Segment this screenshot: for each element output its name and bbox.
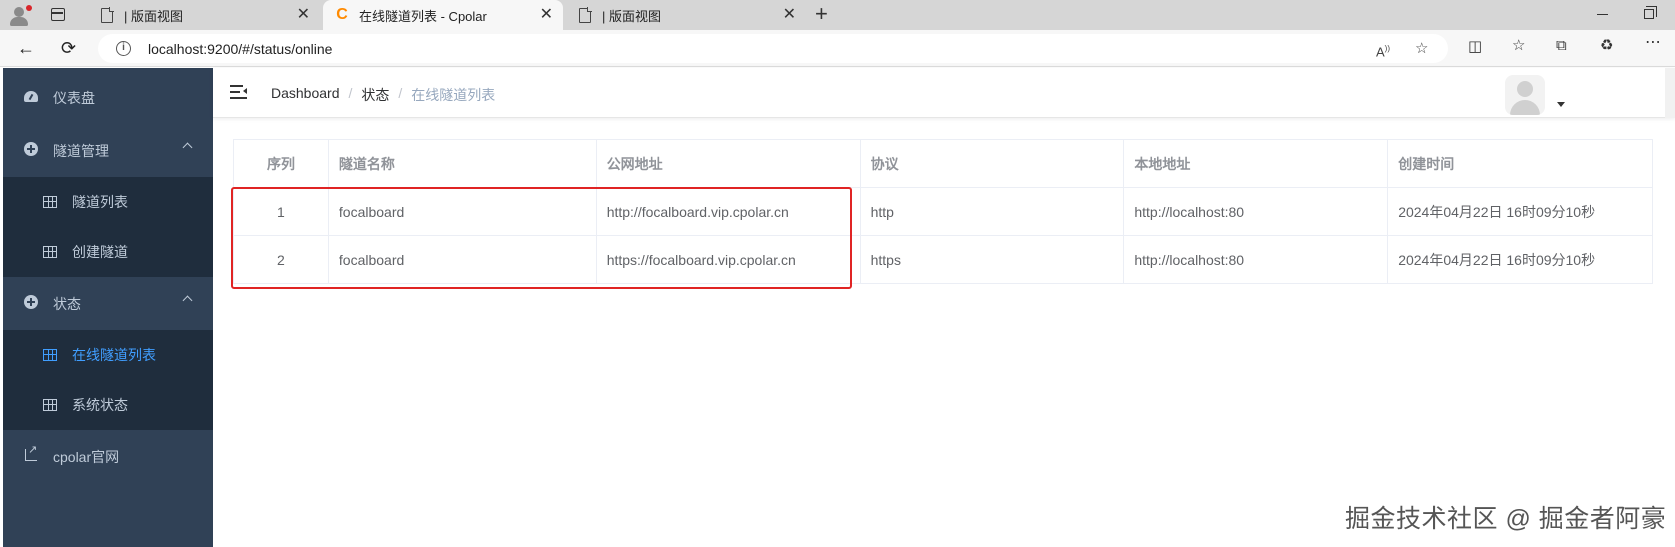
browser-tab-title: | 版面视图	[124, 8, 183, 24]
breadcrumb: Dashboard / 状态 / 在线隧道列表	[271, 85, 496, 105]
submenu-tunnel-management: 隧道列表 创建隧道	[3, 177, 213, 277]
favorites-icon[interactable]: ☆	[1512, 38, 1525, 54]
more-options-icon[interactable]: ⋯	[1645, 35, 1661, 51]
chevron-up-icon	[182, 295, 193, 306]
url-field[interactable]: i localhost:9200/#/status/online A)) ☆	[98, 34, 1448, 63]
user-avatar[interactable]	[1505, 75, 1545, 115]
restore-icon[interactable]	[1644, 6, 1657, 19]
sidebar-item-create-tunnel[interactable]: 创建隧道	[3, 227, 213, 277]
browser-tab-title: | 版面视图	[602, 8, 661, 24]
column-header: 公网地址	[595, 139, 861, 188]
info-icon[interactable]: i	[116, 41, 131, 56]
document-icon	[101, 7, 114, 23]
close-tab-icon[interactable]: ✕	[783, 6, 796, 24]
watermark: 掘金技术社区 @ 掘金者阿豪	[1345, 505, 1667, 533]
close-tab-icon[interactable]: ✕	[540, 6, 553, 24]
sidebar-item-system-status[interactable]: 系统状态	[3, 380, 213, 430]
caret-down-icon[interactable]	[1557, 102, 1565, 107]
sidebar-item-label: 系统状态	[72, 397, 128, 413]
breadcrumb-dashboard[interactable]: Dashboard	[271, 85, 340, 105]
table-icon	[43, 399, 57, 411]
submenu-status: 在线隧道列表 系统状态	[3, 330, 213, 430]
sidebar-item-label: 在线隧道列表	[72, 347, 156, 363]
sidebar-item-label: 仪表盘	[53, 89, 95, 106]
external-link-icon	[25, 443, 37, 461]
sidebar-item-label: 创建隧道	[72, 244, 128, 260]
profile-avatar-icon[interactable]	[8, 5, 32, 27]
back-arrow-icon[interactable]: ←	[17, 38, 35, 58]
sidebar-item-label: 隧道管理	[53, 142, 109, 159]
address-bar-row: ← ⟳ i localhost:9200/#/status/online A))…	[0, 30, 1675, 67]
reload-icon[interactable]: ⟳	[61, 38, 76, 58]
hamburger-menu-icon[interactable]	[230, 85, 247, 99]
dashboard-icon	[24, 91, 38, 102]
sidebar-item-status[interactable]: 状态	[3, 277, 213, 330]
cpolar-icon: C	[336, 6, 348, 23]
table-cell: 2024年04月22日 16时09分10秒	[1387, 235, 1653, 284]
table-header-row: 序列 隧道名称 公网地址 协议 本地地址 创建时间	[233, 139, 1653, 188]
sidebar-item-tunnel-list[interactable]: 隧道列表	[3, 177, 213, 227]
browser-tab-3[interactable]: | 版面视图 ✕	[566, 0, 806, 30]
browser-tab-2[interactable]: C 在线隧道列表 - Cpolar ✕	[323, 0, 563, 30]
sidebar-item-tunnel-management[interactable]: 隧道管理	[3, 124, 213, 177]
sidebar-item-label: cpolar官网	[53, 448, 120, 465]
top-navbar: Dashboard / 状态 / 在线隧道列表	[213, 68, 1675, 118]
scrollbar[interactable]	[1665, 68, 1675, 118]
url-text[interactable]: localhost:9200/#/status/online	[148, 41, 332, 57]
table-cell: http://localhost:80	[1123, 235, 1389, 284]
breadcrumb-status[interactable]: 状态	[361, 85, 389, 105]
table-cell: https	[859, 235, 1125, 284]
document-icon	[579, 7, 592, 23]
column-header: 隧道名称	[327, 139, 597, 188]
table-cell: 2024年04月22日 16时09分10秒	[1387, 187, 1653, 236]
plus-circle-icon	[24, 142, 38, 156]
new-tab-icon[interactable]: +	[815, 3, 828, 25]
plus-circle-icon	[24, 295, 38, 309]
tab-actions-icon[interactable]	[51, 8, 65, 21]
sidebar-item-label: 隧道列表	[72, 194, 128, 210]
split-screen-icon[interactable]: ◫	[1468, 39, 1482, 55]
chevron-up-icon	[182, 142, 193, 153]
table-icon	[43, 196, 57, 208]
minimize-icon[interactable]	[1597, 14, 1608, 15]
browser-tab-1[interactable]: | 版面视图 ✕	[88, 0, 320, 30]
table-icon	[43, 246, 57, 258]
favorite-star-icon[interactable]: ☆	[1415, 41, 1428, 57]
sidebar-item-cpolar-website[interactable]: cpolar官网	[3, 430, 213, 483]
table-cell: http://localhost:80	[1123, 187, 1389, 236]
collections-icon[interactable]: ⧉	[1556, 38, 1567, 54]
sidebar-item-dashboard[interactable]: 仪表盘	[3, 71, 213, 124]
column-header: 序列	[233, 139, 329, 188]
browser-tab-strip: | 版面视图 ✕ C 在线隧道列表 - Cpolar ✕ | 版面视图 ✕ +	[0, 0, 1675, 30]
extensions-icon[interactable]: ♻	[1600, 38, 1613, 54]
read-aloud-icon[interactable]: A))	[1376, 41, 1390, 60]
sidebar-item-label: 状态	[53, 295, 81, 312]
highlight-annotation-box	[231, 187, 852, 289]
sidebar: 仪表盘 隧道管理 隧道列表 创建隧道 状态 在线隧道列表 系统状态 cpol	[3, 68, 213, 547]
table-icon	[43, 349, 57, 361]
table-cell: http	[859, 187, 1125, 236]
breadcrumb-current: 在线隧道列表	[411, 87, 496, 103]
column-header: 协议	[859, 139, 1125, 188]
browser-tab-title: 在线隧道列表 - Cpolar	[359, 8, 487, 24]
sidebar-item-online-tunnels[interactable]: 在线隧道列表	[3, 330, 213, 380]
column-header: 本地地址	[1123, 139, 1389, 188]
column-header: 创建时间	[1387, 139, 1653, 188]
close-tab-icon[interactable]: ✕	[297, 6, 310, 24]
